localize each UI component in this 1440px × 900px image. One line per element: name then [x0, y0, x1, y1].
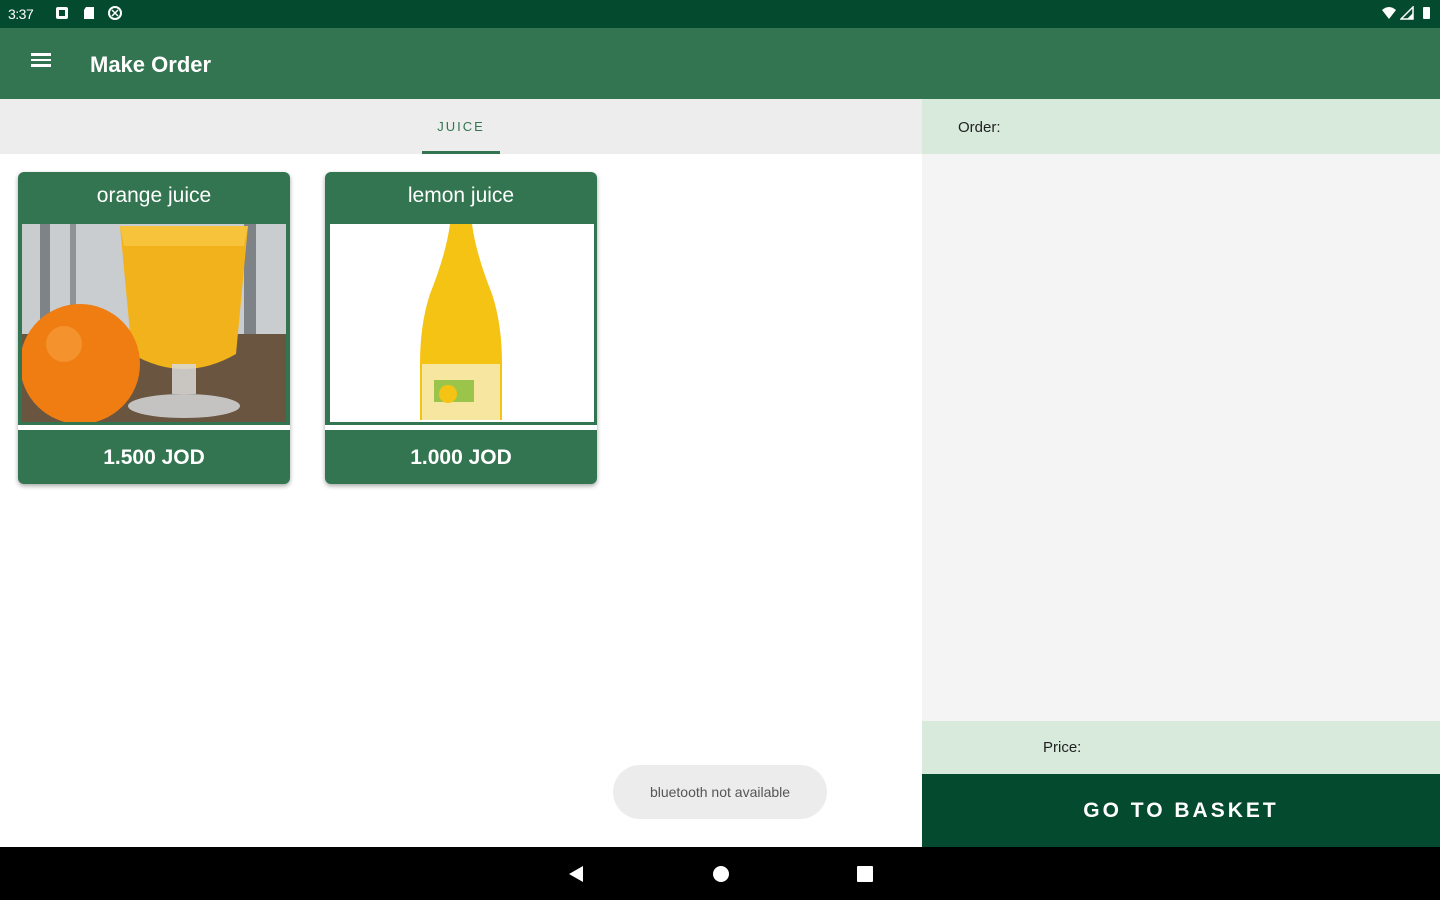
tab-juice-label: JUICE — [437, 119, 485, 134]
toast-text: bluetooth not available — [649, 784, 791, 800]
sync-icon — [108, 6, 122, 20]
tab-juice[interactable]: JUICE — [422, 99, 500, 154]
order-label: Order: — [958, 119, 1001, 136]
recent-apps-icon[interactable] — [855, 864, 875, 884]
menu-button[interactable] — [24, 50, 58, 78]
go-to-basket-label: GO TO BASKET — [1083, 799, 1279, 822]
status-time: 3:37 — [8, 6, 34, 22]
product-price: 1.500 JOD — [103, 446, 205, 469]
price-row: Price: — [922, 721, 1440, 774]
category-tabs: JUICE — [0, 99, 922, 154]
price-label: Price: — [1043, 739, 1082, 756]
product-name: orange juice — [96, 184, 212, 207]
card-divider — [18, 425, 290, 430]
product-price: 1.000 JOD — [410, 446, 512, 469]
lemon-juice-image — [330, 224, 594, 422]
notification-icon — [56, 7, 68, 19]
tab-indicator — [422, 151, 500, 154]
battery-icon — [1423, 7, 1430, 19]
orange-juice-image — [22, 224, 286, 422]
card-divider — [325, 425, 597, 430]
home-icon[interactable] — [711, 864, 731, 884]
status-bar: 3:37 — [0, 0, 1440, 28]
back-icon[interactable] — [566, 864, 586, 884]
toast-message: bluetooth not available — [613, 765, 827, 819]
page-title: Make Order — [90, 52, 212, 77]
menu-icon — [24, 53, 58, 67]
product-card-orange-juice[interactable]: orange juice 1.500 JOD — [18, 172, 290, 484]
order-panel: Order: Price: GO TO BASKET — [922, 99, 1440, 847]
app-bar: Make Order — [0, 28, 1440, 99]
wifi-icon — [1382, 7, 1396, 19]
sd-card-icon — [84, 7, 94, 19]
product-card-lemon-juice[interactable]: lemon juice 1.000 JOD — [325, 172, 597, 484]
product-name: lemon juice — [407, 184, 515, 207]
order-header: Order: — [922, 99, 1440, 154]
go-to-basket-button[interactable]: GO TO BASKET — [922, 774, 1440, 847]
system-nav-bar — [0, 847, 1440, 900]
signal-icon — [1400, 6, 1414, 20]
